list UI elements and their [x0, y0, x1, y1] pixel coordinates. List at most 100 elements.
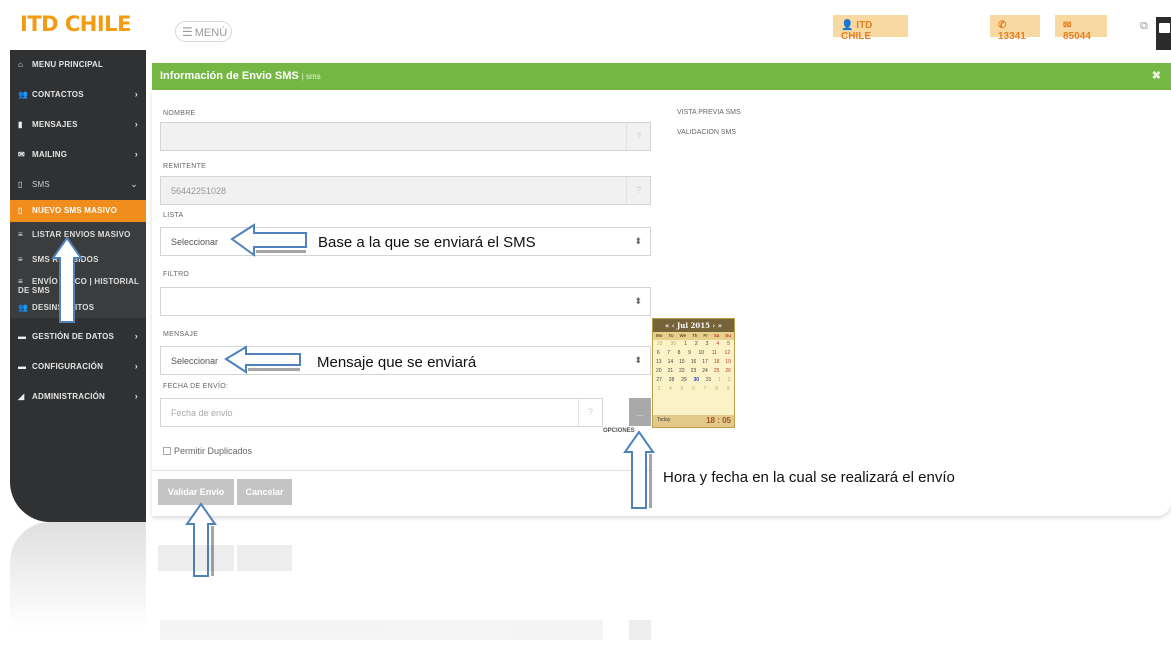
weekday-label: We: [679, 333, 687, 338]
calendar-week-row: 13 14 15 16 17 18 19: [653, 358, 734, 367]
calendar-day[interactable]: 25: [714, 368, 720, 376]
calendar-day[interactable]: 22: [679, 368, 685, 376]
reflection-field: [160, 620, 603, 640]
dark-tab-button[interactable]: [1156, 17, 1171, 50]
cancel-button[interactable]: Cancelar: [237, 479, 292, 505]
calendar-day[interactable]: 31: [706, 377, 712, 385]
calendar-day[interactable]: 7: [667, 350, 670, 358]
sidebar-item-gestion-de-datos[interactable]: ▬ GESTIÓN DE DATOS ›: [10, 322, 146, 352]
calendar-day[interactable]: 10: [699, 350, 705, 358]
calendar-day[interactable]: 8: [715, 386, 718, 394]
sidebar-item-administracion[interactable]: ◢ ADMINISTRACIÓN ›: [10, 382, 146, 412]
weekday-label: Th: [692, 333, 698, 338]
calendar-day[interactable]: 15: [679, 359, 685, 367]
permitir-duplicados-checkbox[interactable]: Permitir Duplicados: [163, 446, 252, 456]
calendar-week-row: 29 30 1 2 3 4 5: [653, 340, 734, 349]
calendar-day[interactable]: 30: [693, 377, 699, 385]
weekday-label: Su: [725, 333, 732, 338]
reflection-button: [629, 620, 651, 640]
help-icon[interactable]: ?: [626, 123, 650, 150]
panel-subtitle: | sms: [301, 72, 321, 81]
calendar-day[interactable]: 27: [656, 377, 662, 385]
chevron-right-icon: ›: [134, 331, 138, 341]
mensaje-annotation-text: Mensaje que se enviará: [317, 354, 477, 371]
nombre-field[interactable]: ?: [160, 122, 651, 151]
date-picker-button[interactable]: ...: [629, 398, 651, 426]
calendar-day[interactable]: 1: [718, 377, 721, 385]
calendar-day[interactable]: 26: [725, 368, 731, 376]
fecha-annotation-arrow: [623, 430, 655, 509]
calendar-day[interactable]: 4: [669, 386, 672, 394]
sidebar-item-sms[interactable]: ▯ SMS ⌄: [10, 170, 146, 200]
calendar-day[interactable]: 6: [692, 386, 695, 394]
calendar-day[interactable]: 17: [702, 359, 708, 367]
menu-toggle-button[interactable]: ☰ MENÚ: [175, 21, 232, 42]
phone-icon: ✆: [998, 20, 1007, 31]
calendar-day[interactable]: 2: [728, 377, 731, 385]
calendar-day[interactable]: 21: [668, 368, 674, 376]
date-picker-calendar[interactable]: « ‹ Jul 2015 › » Mo Tu We Th Fr Sa Su 29 30 1 2 3 4…: [652, 318, 735, 428]
calendar-day[interactable]: 24: [702, 368, 708, 376]
top-bar: ITD CHILE ☰ MENÚ 👤 ITD CHILE ✆ 13341 ✉ 85…: [0, 0, 1171, 50]
calendar-day[interactable]: 18: [714, 359, 720, 367]
calendar-day[interactable]: 29: [657, 341, 663, 349]
calendar-day[interactable]: 29: [681, 377, 687, 385]
sidebar-item-label: MENSAJES: [32, 120, 78, 129]
help-icon[interactable]: ?: [578, 399, 602, 426]
calendar-day[interactable]: 13: [656, 359, 662, 367]
calendar-day[interactable]: 16: [691, 359, 697, 367]
calendar-day[interactable]: 20: [656, 368, 662, 376]
calendar-icon: [1159, 23, 1170, 33]
users-icon: 👥: [18, 303, 29, 312]
filtro-select[interactable]: ⬍: [160, 287, 651, 316]
fecha-label: FECHA DE ENVÍO:: [163, 383, 229, 390]
calendar-day[interactable]: 4: [716, 341, 719, 349]
sidebar-item-menu-principal[interactable]: ⌂ MENU PRINCIPAL: [10, 50, 146, 80]
calendar-day[interactable]: 5: [681, 386, 684, 394]
calendar-day[interactable]: 2: [695, 341, 698, 349]
checkbox-box[interactable]: [163, 447, 171, 455]
calendar-day[interactable]: 6: [657, 350, 660, 358]
time-picker[interactable]: 18 : 05: [706, 416, 731, 425]
today-button[interactable]: Today: [657, 417, 670, 423]
user-badge[interactable]: 👤 ITD CHILE: [833, 15, 908, 42]
calendar-day[interactable]: 9: [688, 350, 691, 358]
calendar-day[interactable]: 14: [668, 359, 674, 367]
help-icon[interactable]: ?: [626, 177, 650, 204]
calendar-day[interactable]: 3: [657, 386, 660, 394]
lista-value: Seleccionar: [171, 237, 219, 247]
validacion-label: VALIDACION SMS: [677, 129, 736, 136]
button-divider: [152, 470, 652, 471]
chevron-right-icon: ›: [134, 361, 138, 371]
calendar-day[interactable]: 11: [712, 350, 717, 358]
calendar-day[interactable]: 8: [678, 350, 681, 358]
calendar-next-button[interactable]: › »: [712, 321, 722, 330]
calendar-day[interactable]: 7: [704, 386, 707, 394]
window-icon[interactable]: ⧉: [1140, 20, 1148, 33]
mensaje-annotation-arrow: [224, 345, 301, 374]
calendar-day[interactable]: 28: [669, 377, 675, 385]
sidebar-item-contactos[interactable]: 👥 CONTACTOS ›: [10, 80, 146, 110]
calendar-day[interactable]: 30: [671, 341, 677, 349]
calendar-day[interactable]: 23: [691, 368, 697, 376]
calendar-day[interactable]: 9: [727, 386, 730, 394]
calendar-day[interactable]: 5: [727, 341, 730, 349]
calendar-day[interactable]: 12: [725, 350, 731, 358]
remitente-field[interactable]: 56442251028?: [160, 176, 651, 205]
fecha-placeholder: Fecha de envio: [171, 408, 233, 418]
calendar-week-row: 3456789: [653, 385, 734, 394]
calendar-prev-button[interactable]: « ‹: [665, 321, 675, 330]
page-reflection: [152, 520, 1171, 654]
sidebar-item-nuevo-sms-masivo[interactable]: ▯ NUEVO SMS MASIVO: [10, 200, 146, 222]
close-icon[interactable]: ✖: [1152, 69, 1161, 82]
sidebar-item-mensajes[interactable]: ▮ MENSAJES ›: [10, 110, 146, 140]
calendar-day[interactable]: 3: [706, 341, 709, 349]
fecha-input[interactable]: Fecha de envio?: [160, 398, 603, 427]
sidebar-item-mailing[interactable]: ✉ MAILING ›: [10, 140, 146, 170]
calendar-day[interactable]: 19: [725, 359, 731, 367]
mail-count-badge[interactable]: ✉ 85044: [1055, 15, 1107, 42]
brand-logo[interactable]: ITD CHILE: [0, 0, 146, 50]
phone-count-badge[interactable]: ✆ 13341: [990, 15, 1040, 42]
calendar-day[interactable]: 1: [684, 341, 687, 349]
sidebar-item-configuracion[interactable]: ▬ CONFIGURACIÓN ›: [10, 352, 146, 382]
